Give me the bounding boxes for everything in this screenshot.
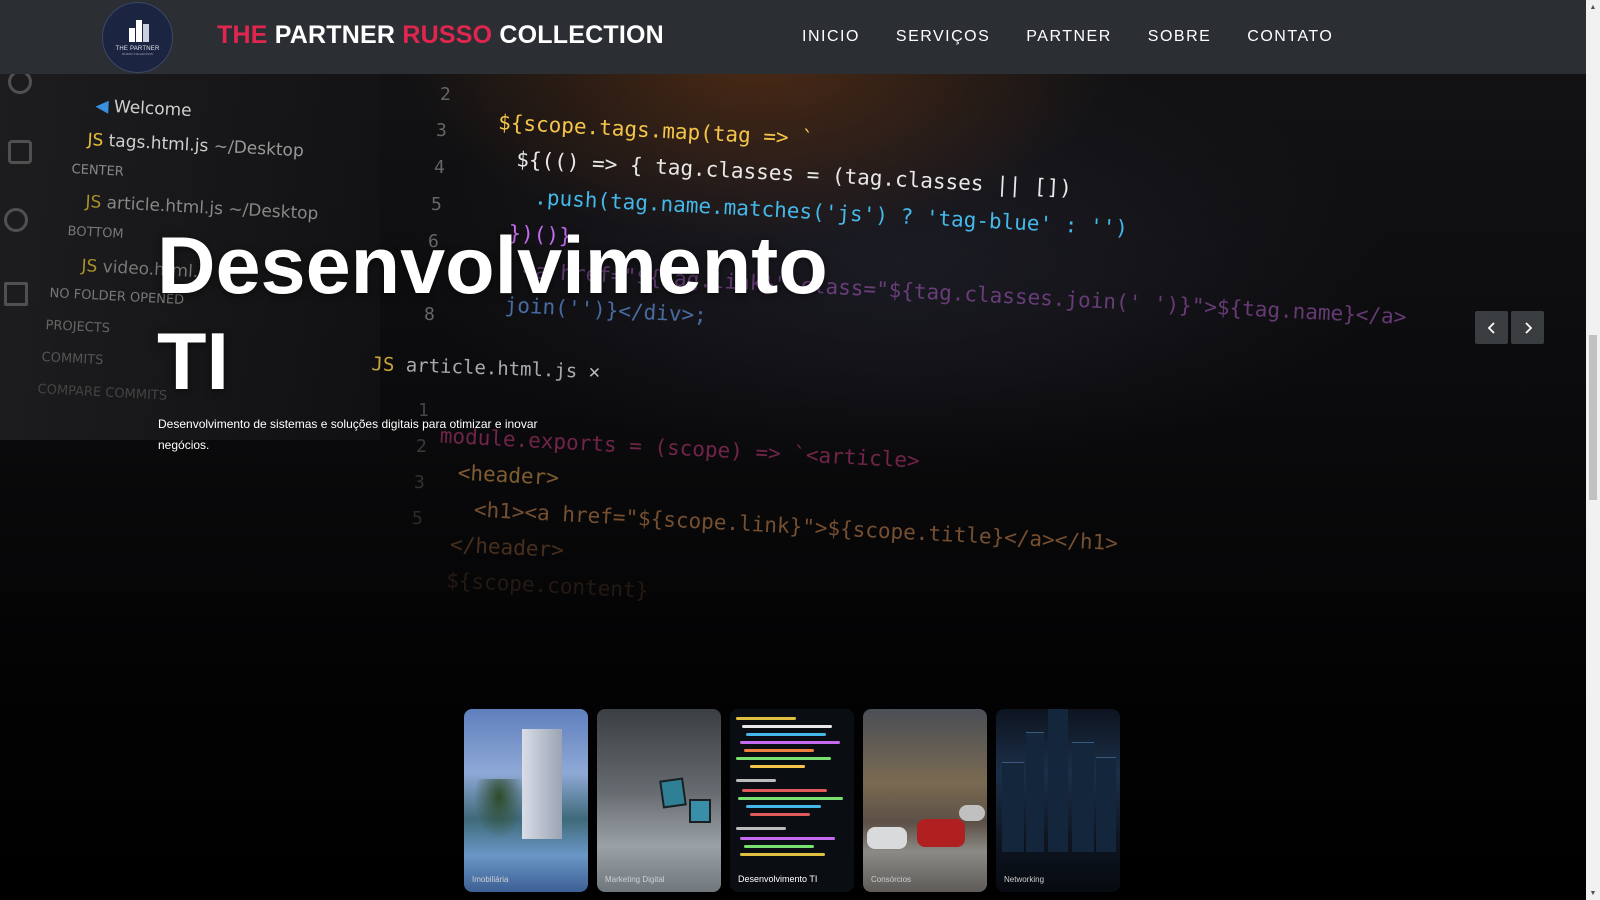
nav-sobre[interactable]: SOBRE <box>1148 28 1212 46</box>
hero-title: Desenvolvimento TI <box>157 221 828 407</box>
brand-part: RUSSO <box>402 21 493 49</box>
nav-servicos[interactable]: SERVIÇOS <box>896 28 990 46</box>
thumbnail-label: Marketing Digital <box>605 875 665 884</box>
thumbnail-marketing-digital[interactable]: Marketing Digital <box>597 709 721 892</box>
carousel-next-button[interactable] <box>1511 311 1544 344</box>
logo-subtext: RUSSO COLLECTION <box>122 51 153 56</box>
line-number: 5 <box>412 508 423 529</box>
hero-subtitle: Desenvolvimento de sistemas e soluções d… <box>158 417 538 452</box>
nav-contato[interactable]: CONTATO <box>1247 28 1333 46</box>
code-line: ${scope.content} <box>445 568 649 603</box>
line-number: 3 <box>436 120 447 141</box>
code-line: <h1><a href="${scope.link}">${scope.titl… <box>473 497 1119 556</box>
thumbnail-label: Networking <box>1004 875 1045 884</box>
line-number: 5 <box>431 194 442 215</box>
main-nav: INICIO SERVIÇOS PARTNER SOBRE CONTATO <box>802 28 1333 46</box>
thumbnail-networking[interactable]: Networking <box>996 709 1120 892</box>
nav-inicio[interactable]: INICIO <box>802 28 860 46</box>
editor-section-commits: COMMITS <box>41 350 104 369</box>
scroll-up-icon[interactable]: ▲ <box>1586 0 1600 14</box>
thumbnail-label: Desenvolvimento TI <box>738 874 818 884</box>
carousel-controls <box>1475 311 1544 344</box>
chevron-left-icon <box>1487 321 1495 334</box>
nav-partner[interactable]: PARTNER <box>1026 28 1111 46</box>
editor-group-center: CENTER <box>71 162 125 180</box>
site-logo[interactable]: THE PARTNER RUSSO COLLECTION <box>102 2 173 73</box>
carousel-prev-button[interactable] <box>1475 311 1508 344</box>
scrollbar-thumb[interactable] <box>1589 335 1597 500</box>
chevron-right-icon <box>1524 321 1532 334</box>
brand-part: THE <box>217 21 268 49</box>
line-number: 4 <box>434 157 445 178</box>
line-number: 3 <box>414 472 425 493</box>
branch-icon <box>8 140 32 164</box>
line-number: 2 <box>440 84 451 105</box>
brand-name[interactable]: THE PARTNER RUSSO COLLECTION <box>217 21 664 50</box>
thumbnail-label: Consórcios <box>871 875 912 884</box>
code-line: ${scope.tags.map(tag => ` <box>497 110 815 151</box>
carousel-thumbnails: Imobiliária Marketing Digital Desenvolvi… <box>464 709 1120 892</box>
scroll-down-icon[interactable]: ▼ <box>1586 886 1600 900</box>
thumbnail-desenvolvimento-ti[interactable]: Desenvolvimento TI <box>730 709 854 892</box>
brand-part: COLLECTION <box>499 21 664 49</box>
code-line: <header> <box>457 460 560 490</box>
code-line: </header> <box>449 532 565 563</box>
thumbnail-imobiliaria[interactable]: Imobiliária <box>464 709 588 892</box>
extensions-icon <box>4 282 28 306</box>
site-header: THE PARTNER RUSSO COLLECTION THE PARTNER… <box>0 0 1586 74</box>
debug-icon <box>4 208 28 232</box>
thumbnail-consorcios[interactable]: Consórcios <box>863 709 987 892</box>
editor-group-bottom: BOTTOM <box>67 224 124 242</box>
brand-part: PARTNER <box>274 21 396 49</box>
building-icon <box>127 19 149 42</box>
thumbnail-label: Imobiliária <box>472 875 509 884</box>
page-scrollbar[interactable]: ▲ ▼ <box>1586 0 1600 900</box>
